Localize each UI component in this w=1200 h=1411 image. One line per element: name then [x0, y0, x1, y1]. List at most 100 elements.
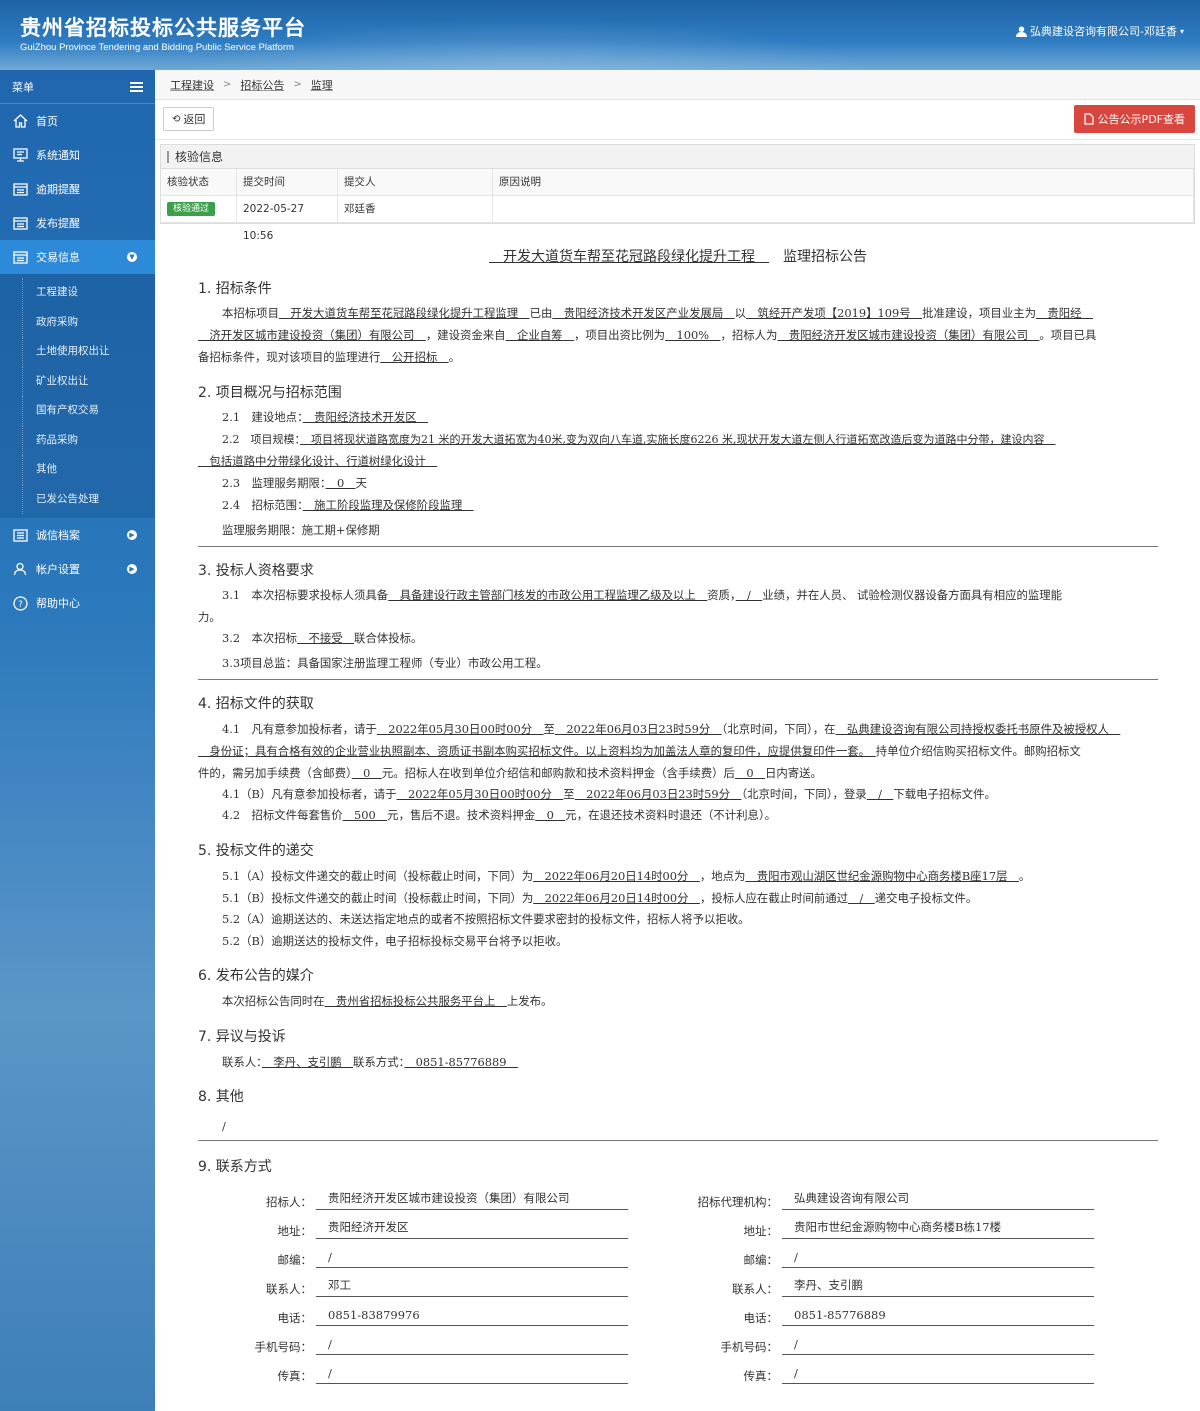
user-menu[interactable]: 弘典建设咨询有限公司-邓廷香 ▾: [1016, 23, 1184, 39]
help-icon: ?: [12, 595, 28, 611]
sidebar-item-label: 诚信档案: [36, 529, 80, 542]
announcement-document: 开发大道货车帮至花冠路段绿化提升工程 监理招标公告 1. 招标条件 本招标项目 …: [198, 70, 1158, 1411]
field: 2022年06月20日14时00分: [533, 869, 700, 883]
text: 联系人：: [222, 1055, 262, 1069]
contact-value: /: [782, 1366, 1094, 1384]
subnav-item[interactable]: 土地使用权出让: [0, 337, 155, 367]
contact-row: 地址： 贵阳经济开发区: [198, 1215, 628, 1239]
field: 贵阳经济技术开发区: [302, 410, 429, 424]
sidebar-item-trade-info[interactable]: 交易信息 ▼: [0, 240, 155, 274]
field: 施工阶段监理及保修阶段监理: [302, 498, 474, 512]
text: 至: [563, 787, 575, 801]
s5-line: 5.2（A）逾期送达的、未送达指定地点的或者不按照招标文件要求密封的投标文件，招…: [222, 912, 750, 926]
field: 贵阳经济技术开发区产业发展局: [552, 306, 735, 320]
contact-label: 联系人：: [732, 1282, 778, 1296]
section-heading: 5. 投标文件的递交: [198, 843, 314, 859]
text: 2.4 招标范围：: [222, 498, 303, 512]
sidebar-item-label: 交易信息: [36, 251, 80, 264]
s2-line: 监理服务期限：施工期+保修期: [222, 523, 380, 537]
field: 项目将现状道路宽度为21 米的开发大道拓宽为40米,变为双向八车道,实施长度62…: [300, 433, 1056, 446]
field: 0: [325, 476, 356, 490]
sidebar-item-home[interactable]: 首页: [0, 104, 155, 138]
announcement-title: 开发大道货车帮至花冠路段绿化提升工程 监理招标公告: [198, 246, 1158, 266]
sidebar: 菜单 首页 系统通知 逾期提醒 发布提醒 交易信息 ▼ 工程建设 政府采购 土地…: [0, 70, 155, 1411]
contact-row: 电话： 0851-85776889: [664, 1302, 1094, 1326]
s5-line: 5.1（A）投标文件递交的截止时间（投标截止时间，下同）为 2022年06月20…: [222, 866, 1030, 887]
text: 2.2 项目规模：: [222, 433, 300, 446]
contact-value: 邓工: [316, 1277, 628, 1297]
s2-line: 2.2 项目规模： 项目将现状道路宽度为21 米的开发大道拓宽为40米,变为双向…: [222, 429, 1055, 450]
contact-row: 联系人： 邓工: [198, 1273, 628, 1297]
subnav-item[interactable]: 药品采购: [0, 425, 155, 456]
contact-label: 手机号码：: [720, 1340, 779, 1354]
subnav-item[interactable]: 已发公告处理: [0, 484, 155, 515]
text: 上发布。: [506, 994, 553, 1008]
subnav-item[interactable]: 矿业权出让: [0, 366, 155, 397]
subnav-item[interactable]: 工程建设: [0, 278, 155, 308]
top-header: 贵州省招标投标公共服务平台 GuiZhou Province Tendering…: [0, 0, 1200, 70]
contact-value: /: [782, 1250, 1094, 1268]
s4-line: 4.1 凡有意参加投标者，请于 2022年05月30日00时00分 至 2022…: [222, 719, 1120, 740]
text: 以: [734, 306, 747, 320]
section-heading: 2. 项目概况与招标范围: [198, 385, 342, 401]
text: 4.2 招标文件每套售价: [222, 808, 343, 822]
platform-subtitle: GuiZhou Province Tendering and Bidding P…: [20, 42, 294, 53]
s6-line: 本次招标公告同时在 贵州省招标投标公共服务平台上 上发布。: [222, 991, 552, 1012]
contact-label: 手机号码：: [254, 1340, 313, 1354]
hamburger-icon[interactable]: [130, 81, 143, 92]
text: ，投标人应在截止时间前通过: [699, 891, 849, 905]
contact-value: 0851-85776889: [782, 1308, 1094, 1326]
text: 元，售后不退。技术资料押金: [387, 808, 536, 822]
text: 4.1（B）凡有意参加投标者，请于: [222, 787, 397, 801]
trade-info-submenu: 工程建设 政府采购 土地使用权出让 矿业权出让 国有产权交易 药品采购 其他 已…: [0, 274, 155, 518]
text: 2.3 监理服务期限：: [222, 476, 326, 490]
s2-line: 包括道路中分带绿化设计、行道树绿化设计: [198, 451, 437, 472]
text: 联系方式：: [353, 1055, 405, 1069]
subnav-item[interactable]: 政府采购: [0, 307, 155, 338]
field: 身份证；具有合格有效的企业营业执照副本、资质证书副本购买招标文件。以上资料均为加…: [198, 744, 876, 758]
field: /: [866, 787, 894, 801]
text: 下载电子招标文件。: [893, 787, 996, 801]
field: 企业自筹: [505, 328, 574, 342]
sidebar-item-label: 系统通知: [36, 149, 80, 162]
text: 元，在退还技术资料时退还（不计利息）。: [565, 808, 777, 822]
sidebar-item-help[interactable]: ? 帮助中心: [0, 586, 155, 620]
text: 联合体投标。: [354, 631, 423, 645]
chevron-right-icon: ▶: [127, 530, 137, 540]
text: ，建设资金来自: [425, 328, 506, 342]
s5-line: 5.1（B）投标文件递交的截止时间（投标截止时间，下同）为 2022年06月20…: [222, 888, 977, 909]
subnav-item[interactable]: 其他: [0, 455, 155, 485]
sidebar-item-publish[interactable]: 发布提醒: [0, 206, 155, 240]
field: 具备建设行政主管部门核发的市政公用工程监理乙级及以上: [388, 588, 708, 602]
contact-label: 邮编：: [743, 1253, 779, 1267]
field: 开发大道货车帮至花冠路段绿化提升工程监理: [278, 306, 530, 320]
s3-line: 力。: [198, 610, 221, 624]
sidebar-item-overdue[interactable]: 逾期提醒: [0, 172, 155, 206]
text: （北京时间，下同），在: [721, 722, 836, 736]
s4-line: 4.1（B）凡有意参加投标者，请于 2022年05月30日00时00分 至 20…: [222, 784, 996, 805]
contact-value: 贵阳经济开发区: [316, 1219, 628, 1239]
s1-line: 济开发区城市建设投资（集团）有限公司 ，建设资金来自 企业自筹 ，项目出资比例为…: [198, 325, 1096, 346]
field: 2022年06月20日14时00分: [533, 891, 700, 905]
home-icon: [12, 113, 28, 129]
subnav-item[interactable]: 国有产权交易: [0, 396, 155, 426]
divider: [198, 546, 1158, 547]
sidebar-item-label: 首页: [36, 115, 58, 128]
s5-line: 5.2（B）逾期送达的投标文件，电子招标投标交易平台将予以拒收。: [222, 934, 568, 948]
sidebar-item-notices[interactable]: 系统通知: [0, 138, 155, 172]
s7-line: 联系人： 李丹、支引鹏 联系方式： 0851-85776889: [222, 1052, 518, 1073]
user-icon: [12, 561, 28, 577]
sidebar-item-credit[interactable]: 诚信档案 ▶: [0, 518, 155, 552]
sidebar-item-account[interactable]: 帐户设置 ▶: [0, 552, 155, 586]
contact-row: 手机号码： /: [664, 1331, 1094, 1355]
field: 2022年05月30日00时00分: [376, 722, 544, 736]
field: 公开招标: [380, 350, 449, 364]
field: 贵阳经济开发区城市建设投资（集团）有限公司: [777, 328, 1040, 342]
text: 资质，: [707, 588, 736, 602]
s1-line: 本招标项目 开发大道货车帮至花冠路段绿化提升工程监理 已由 贵阳经济技术开发区产…: [222, 303, 1093, 324]
s2-line: 2.1 建设地点： 贵阳经济技术开发区: [222, 407, 428, 428]
text: 件的，需另加手续费（含邮费）: [198, 766, 352, 780]
contact-value: 贵阳市世纪金源购物中心商务楼B栋17楼: [782, 1219, 1094, 1239]
field: 贵州省招标投标公共服务平台上: [324, 994, 507, 1008]
text: 3.2 本次招标: [222, 631, 298, 645]
